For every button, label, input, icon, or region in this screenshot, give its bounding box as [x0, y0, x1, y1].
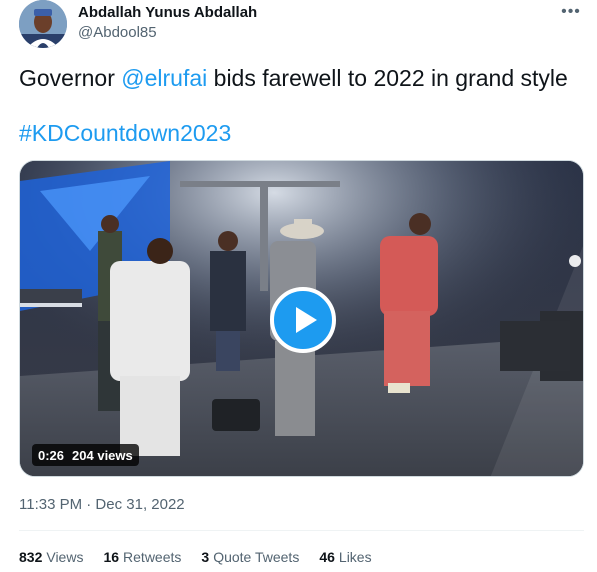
stat-likes-label: Likes	[338, 549, 372, 565]
tweet-text: Governor @elrufai bids farewell to 2022 …	[19, 64, 579, 92]
video-duration: 0:26	[38, 447, 65, 463]
mention-link[interactable]: @elrufai	[121, 65, 207, 91]
stat-retweets-label: Retweets	[123, 549, 182, 565]
more-button[interactable]: •••	[559, 2, 583, 22]
stat-views-count: 832	[19, 549, 43, 565]
video-player[interactable]: 0:26 204 views	[19, 160, 584, 477]
author-handle[interactable]: @Abdool85	[78, 24, 157, 41]
divider	[19, 530, 584, 531]
tweet-text-before: Governor	[19, 65, 122, 91]
stat-quote-tweets-label: Quote Tweets	[213, 549, 300, 565]
stat-views-label: Views	[46, 549, 84, 565]
video-views: 204 views	[72, 447, 133, 463]
video-badge: 0:26 204 views	[32, 444, 139, 466]
stat-views[interactable]: 832 Views	[19, 549, 83, 565]
stat-quote-tweets[interactable]: 3 Quote Tweets	[201, 549, 299, 565]
stat-retweets[interactable]: 16 Retweets	[103, 549, 181, 565]
avatar[interactable]	[19, 0, 67, 48]
tweet-text-after: bids farewell to 2022 in grand style	[207, 65, 568, 91]
stat-likes[interactable]: 46 Likes	[319, 549, 371, 565]
play-icon	[295, 307, 317, 333]
more-horizontal-icon: •••	[561, 3, 581, 20]
author-name[interactable]: Abdallah Yunus Abdallah	[78, 4, 257, 21]
hashtag-link[interactable]: #KDCountdown2023	[19, 119, 231, 147]
play-button[interactable]	[270, 287, 336, 353]
stat-retweets-count: 16	[103, 549, 120, 565]
stat-quote-tweets-count: 3	[201, 549, 210, 565]
stat-likes-count: 46	[319, 549, 335, 565]
engagement-stats: 832 Views 16 Retweets 3 Quote Tweets 46 …	[19, 549, 372, 565]
tweet: Abdallah Yunus Abdallah @Abdool85 ••• Go…	[0, 0, 597, 572]
tweet-timestamp[interactable]: 11:33 PM · Dec 31, 2022	[19, 496, 185, 513]
